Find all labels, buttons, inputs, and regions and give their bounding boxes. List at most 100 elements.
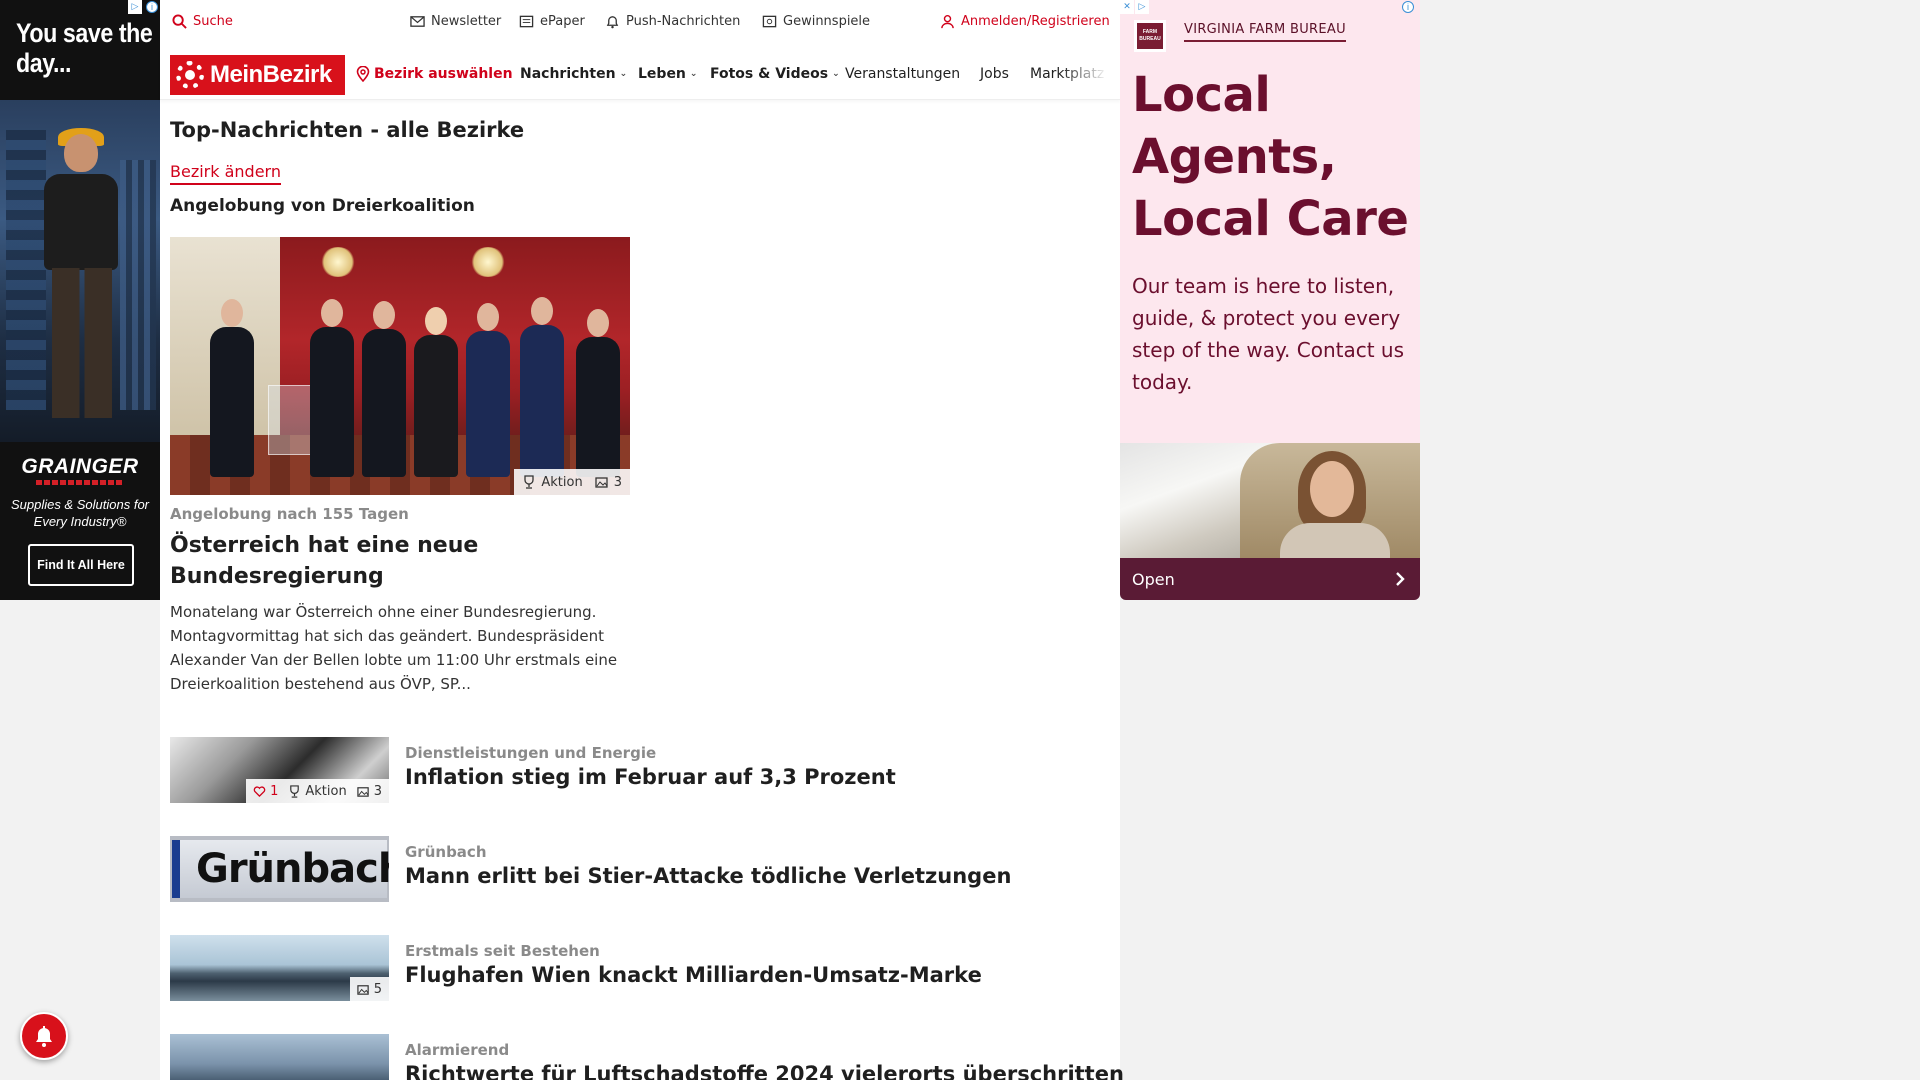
article-headline[interactable]: Flughafen Wien knackt Milliarden-Umsatz-… [405,963,982,987]
location-pin-icon [356,66,370,82]
login-link[interactable]: Anmelden/Registrieren [940,14,1110,29]
hero-headline[interactable]: Österreich hat eine neue Bundesregierung [170,530,610,592]
push-notifications-link[interactable]: Push-Nachrichten [605,14,740,29]
login-label: Anmelden/Registrieren [961,14,1110,29]
photo-count: 3 [373,783,382,799]
list-item[interactable]: 5 Erstmals seit Bestehen Flughafen Wien … [170,935,1050,1003]
bell-icon [36,1026,52,1047]
trophy-icon [524,475,535,489]
nav-item-leben[interactable]: Leben ⌄ [638,66,697,82]
nav-item-label: Fotos & Videos [710,66,829,82]
action-badge-label: Aktion [305,783,347,799]
nav-item-label: Nachrichten [520,66,616,82]
ad-tagline: Supplies & Solutions for Every Industry® [10,497,150,529]
hero-article-image[interactable]: Aktion 3 [170,237,630,495]
search-link[interactable]: Suche [172,14,233,29]
contests-label: Gewinnspiele [783,14,871,29]
section-title: Angelobung von Dreierkoalition [170,196,475,216]
likes-count: 1 [270,783,279,799]
photo-count-badge: 3 [595,475,622,490]
farm-bureau-ad[interactable]: ✕ ▷ i FARM BUREAU VIRGINIA FARM BUREAU L… [1120,0,1420,600]
chevron-down-icon: ⌄ [832,69,840,79]
district-select-label: Bezirk auswählen [374,66,513,82]
grainger-logo-bar [36,480,124,485]
ad-headline: Local Agents, Local Care [1132,67,1409,247]
main-navigation: MeinBezirk Bezirk auswählen Nachrichten ⌄… [160,50,1120,100]
ad-advertiser[interactable]: VIRGINIA FARM BUREAU [1184,22,1346,42]
gallery-icon [357,984,369,995]
ad-info-icon[interactable]: i [1402,1,1414,13]
gallery-icon [595,477,608,488]
nav-item-label: Jobs [980,66,1009,82]
epaper-label: ePaper [540,14,585,29]
nav-overflow-fade [1060,50,1120,98]
page-title: Top-Nachrichten - alle Bezirke [170,118,525,142]
list-item[interactable]: Grünbach Grünbach Mann erlitt bei Stier-… [170,836,1050,904]
nav-item-jobs[interactable]: Jobs [980,66,1009,82]
list-item[interactable]: Alarmierend Richtwerte für Luftschadstof… [170,1034,1124,1080]
article-thumbnail[interactable]: 1 Aktion 3 [170,737,389,803]
action-badge: Aktion [288,783,347,799]
epaper-link[interactable]: ePaper [519,14,585,29]
gallery-icon [357,786,369,797]
open-label: Open [1132,569,1175,589]
main-content: Suche Newsletter ePaper Push-Nachrichten… [160,0,1124,1080]
article-headline[interactable]: Inflation stieg im Februar auf 3,3 Proze… [405,765,896,789]
photo-count: 3 [613,474,622,490]
ad-info-icon[interactable]: i [146,1,158,13]
photo-count-badge: 3 [357,784,382,799]
ad-cta-button[interactable]: Find It All Here [28,544,134,586]
article-thumbnail[interactable] [170,1034,389,1080]
thumb-badges: 5 [349,977,389,1001]
article-kicker: Grünbach [405,843,487,861]
hero-teaser: Monatelang war Österreich ohne einer Bun… [170,603,618,693]
farm-bureau-logo-text: FARM BUREAU [1137,23,1163,49]
action-badge: Aktion [522,474,583,490]
list-item[interactable]: 1 Aktion 3 Dienstleistungen und Energie … [170,737,1050,805]
nav-item-nachrichten[interactable]: Nachrichten ⌄ [520,66,627,82]
photo-count-badge: 5 [357,982,382,997]
meinbezirk-logo[interactable]: MeinBezirk [170,55,345,95]
article-headline[interactable]: Mann erlitt bei Stier-Attacke tödliche V… [405,864,1011,888]
close-ad-icon[interactable]: ✕ [1120,0,1134,14]
ticket-icon [762,15,777,28]
logo-text: MeinBezirk [210,61,332,88]
push-label: Push-Nachrichten [626,14,741,29]
push-notification-button[interactable] [20,1012,68,1060]
grainger-logo: GRAINGER [21,455,139,478]
district-select[interactable]: Bezirk auswählen [356,66,513,82]
photo-count: 5 [373,981,382,997]
adchoices-icon[interactable]: ▷ [128,0,142,14]
hero-badges: Aktion 3 [514,469,630,495]
user-icon [941,14,954,29]
action-badge-label: Aktion [541,474,583,490]
trophy-icon [290,784,300,798]
article-kicker: Erstmals seit Bestehen [405,942,600,960]
ad-headline: You save the day... [16,18,153,78]
grainger-skyscraper-ad[interactable]: You save the day... GRAINGER Supplies & … [0,0,160,600]
newsletter-label: Newsletter [431,14,502,29]
article-kicker: Dienstleistungen und Energie [405,744,657,762]
nav-item-fotos-videos[interactable]: Fotos & Videos ⌄ [710,66,840,82]
adchoices-icon[interactable]: ▷ [1135,0,1149,14]
chevron-down-icon: ⌄ [689,69,698,79]
article-thumbnail[interactable]: 5 [170,935,389,1001]
ad-worker-photo [0,100,160,442]
newsletter-link[interactable]: Newsletter [410,14,501,29]
ad-body: Our team is here to listen, guide, & pro… [1132,274,1405,394]
newspaper-icon [519,15,534,28]
nav-item-veranstaltungen[interactable]: Veranstaltungen [845,66,960,82]
bell-icon [606,16,619,29]
likes-badge: 1 [253,784,278,799]
article-headline[interactable]: Richtwerte für Luftschadstoffe 2024 viel… [405,1062,1124,1080]
article-thumbnail[interactable]: Grünbach [170,836,389,902]
farm-bureau-logo: FARM BUREAU [1134,20,1166,52]
nav-item-label: Veranstaltungen [845,66,961,82]
ad-open-button[interactable]: Open [1120,558,1420,600]
contests-link[interactable]: Gewinnspiele [762,14,870,29]
article-kicker: Alarmierend [405,1041,510,1059]
ad-driver-photo [1120,443,1420,563]
change-district-link[interactable]: Bezirk ändern [170,162,281,185]
search-icon [172,14,187,29]
envelope-icon [410,16,425,27]
